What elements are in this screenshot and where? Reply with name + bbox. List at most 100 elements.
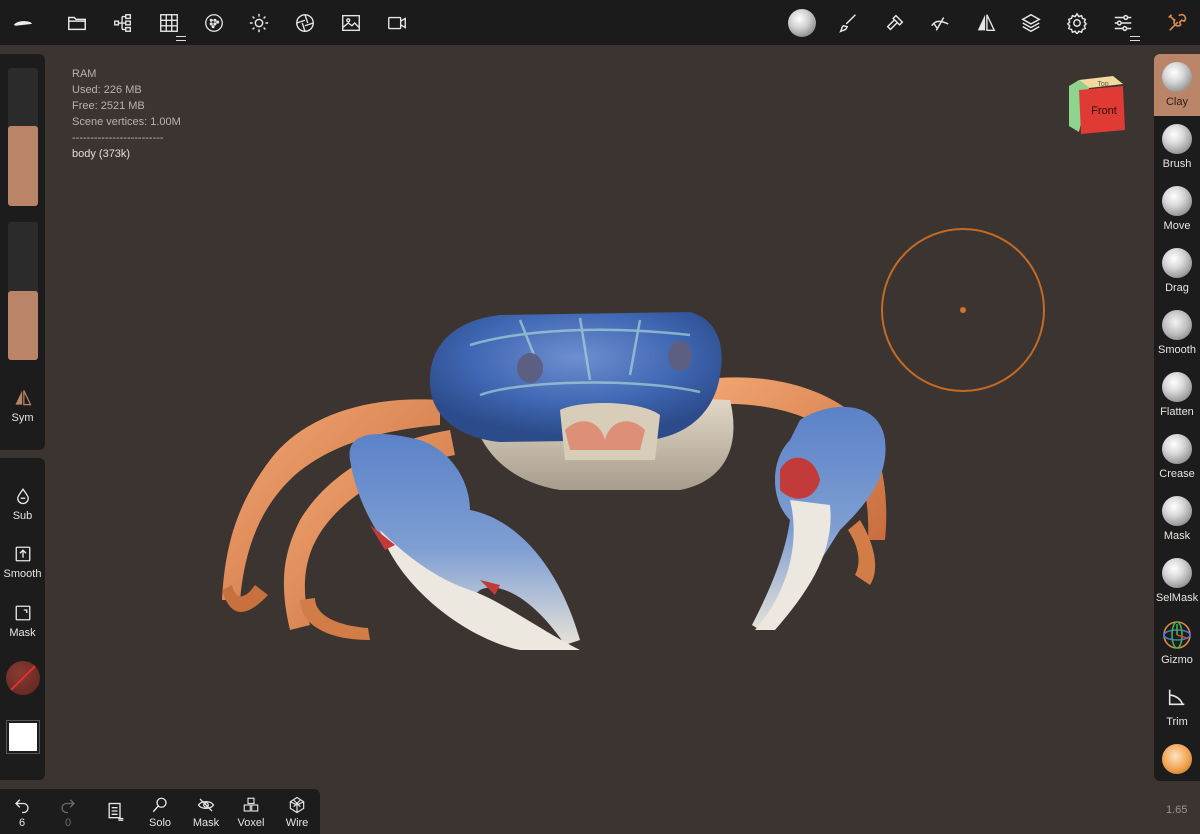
- crab-model: [222, 312, 887, 650]
- sub-label: Sub: [12, 510, 33, 522]
- stroke-settings-icon[interactable]: [925, 8, 955, 38]
- mask-visibility-button[interactable]: Mask: [184, 795, 228, 829]
- paint-color-swatch[interactable]: [6, 720, 40, 754]
- smooth-modifier-label: Smooth: [3, 568, 42, 580]
- layers-icon[interactable]: [1016, 8, 1046, 38]
- redo-count: 0: [64, 817, 72, 829]
- scene-tree-icon[interactable]: [108, 8, 138, 38]
- move-brush-icon: [1162, 186, 1192, 216]
- sub-button[interactable]: Sub: [0, 486, 45, 522]
- voxel-button[interactable]: Voxel: [229, 795, 273, 829]
- bottom-toolbar: 6 0 Solo Mask Voxel Wire: [0, 789, 320, 834]
- 3d-viewport[interactable]: RAM Used: 226 MB Free: 2521 MB Scene ver…: [0, 45, 1200, 834]
- light-sun-icon[interactable]: [244, 8, 274, 38]
- wireframe-sphere-icon: [287, 795, 307, 815]
- radius-slider[interactable]: [8, 68, 38, 206]
- undo-icon: [12, 795, 32, 815]
- stats-free: Free: 2521 MB: [72, 100, 145, 112]
- tool-smooth[interactable]: Smooth: [1154, 302, 1200, 364]
- tool-label: Move: [1163, 220, 1191, 232]
- voxel-cubes-icon: [241, 795, 261, 815]
- tool-brush[interactable]: Brush: [1154, 116, 1200, 178]
- tool-label: Brush: [1162, 158, 1192, 170]
- mask-modifier-button[interactable]: Mask: [0, 603, 45, 639]
- symmetry-icon[interactable]: [971, 8, 1001, 38]
- app-logo-icon[interactable]: [8, 8, 38, 38]
- stats-used: Used: 226 MB: [72, 84, 142, 96]
- camera-aperture-icon[interactable]: [290, 8, 320, 38]
- solo-button[interactable]: Solo: [138, 795, 182, 829]
- stats-separator: -------------------------: [72, 132, 164, 144]
- mask-box-icon: [13, 603, 33, 623]
- tool-mask[interactable]: Mask: [1154, 488, 1200, 550]
- tool-selmask[interactable]: SelMask: [1154, 550, 1200, 612]
- tool-flatten[interactable]: Flatten: [1154, 364, 1200, 426]
- view-cube-front-label: Front: [1091, 105, 1117, 117]
- tool-label: Trim: [1166, 716, 1188, 728]
- tool-label: Mask: [1163, 530, 1191, 542]
- tool-move[interactable]: Move: [1154, 178, 1200, 240]
- standard-brush-icon: [1162, 124, 1192, 154]
- wire-label: Wire: [285, 817, 309, 829]
- view-cube[interactable]: Top Front: [1067, 74, 1125, 134]
- video-camera-icon[interactable]: [382, 8, 412, 38]
- folder-icon[interactable]: [62, 8, 92, 38]
- top-toolbar: [0, 0, 1200, 45]
- image-icon[interactable]: [336, 8, 366, 38]
- tool-label: Gizmo: [1161, 654, 1193, 666]
- left-slider-panel: Sym: [0, 54, 45, 450]
- tool-drag[interactable]: Drag: [1154, 240, 1200, 302]
- brush-center-dot: [960, 307, 966, 313]
- mask-modifier-label: Mask: [9, 627, 36, 639]
- undo-count: 6: [18, 817, 26, 829]
- selmask-brush-icon: [1162, 558, 1192, 588]
- symmetry-icon: [13, 388, 33, 408]
- tool-crease[interactable]: Crease: [1154, 426, 1200, 488]
- material-color-swatch[interactable]: [6, 661, 40, 695]
- stats-scene-vertices: Scene vertices: 1.00M: [72, 116, 181, 128]
- magnifier-icon: [150, 795, 170, 815]
- right-tool-panel: Clay Brush Move Drag Smooth Flatten Crea…: [1154, 54, 1200, 781]
- history-list-icon: [105, 801, 125, 821]
- gear-icon[interactable]: [1062, 8, 1092, 38]
- undo-button[interactable]: 6: [0, 795, 44, 829]
- redo-icon: [58, 795, 78, 815]
- matcap-sphere-icon[interactable]: [787, 8, 817, 38]
- tool-clay[interactable]: Clay: [1154, 54, 1200, 116]
- solo-label: Solo: [148, 817, 172, 829]
- material-sphere-icon[interactable]: [199, 8, 229, 38]
- left-modifier-panel: Sub Smooth Mask: [0, 458, 45, 780]
- tool-trim[interactable]: Trim: [1154, 674, 1200, 736]
- clay-brush-icon: [1162, 62, 1192, 92]
- mask-brush-icon: [1162, 496, 1192, 526]
- zoom-level: 1.65: [1166, 804, 1188, 816]
- history-button[interactable]: [93, 795, 137, 823]
- sym-label: Sym: [11, 412, 34, 424]
- redo-button[interactable]: 0: [46, 795, 90, 829]
- mask-visibility-label: Mask: [192, 817, 220, 829]
- paint-brush-icon[interactable]: [834, 8, 864, 38]
- tools-wrench-icon[interactable]: [1162, 8, 1192, 38]
- paint-tool-icon[interactable]: [1162, 744, 1192, 774]
- stats-ram-label: RAM: [72, 68, 97, 80]
- sym-button[interactable]: Sym: [0, 388, 45, 424]
- sliders-settings-icon[interactable]: [1108, 8, 1140, 41]
- topology-grid-icon[interactable]: [154, 8, 186, 41]
- tool-label: SelMask: [1155, 592, 1199, 604]
- smooth-brush-icon: [1162, 310, 1192, 340]
- voxel-label: Voxel: [237, 817, 265, 829]
- tool-gizmo[interactable]: Gizmo: [1154, 612, 1200, 674]
- tool-label: Clay: [1165, 96, 1188, 108]
- droplet-icon: [13, 486, 33, 506]
- tool-label: Flatten: [1160, 406, 1194, 418]
- smooth-modifier-button[interactable]: Smooth: [0, 544, 45, 580]
- tool-label: Smooth: [1158, 344, 1196, 356]
- intensity-slider[interactable]: [8, 222, 38, 360]
- gizmo-icon: [1162, 620, 1192, 650]
- intensity-slider-fill: [8, 291, 38, 360]
- wire-button[interactable]: Wire: [275, 795, 319, 829]
- view-cube-top-label: Top: [1097, 81, 1108, 88]
- hammer-icon[interactable]: [880, 8, 910, 38]
- eye-hidden-icon: [196, 795, 216, 815]
- tool-label: Drag: [1165, 282, 1189, 294]
